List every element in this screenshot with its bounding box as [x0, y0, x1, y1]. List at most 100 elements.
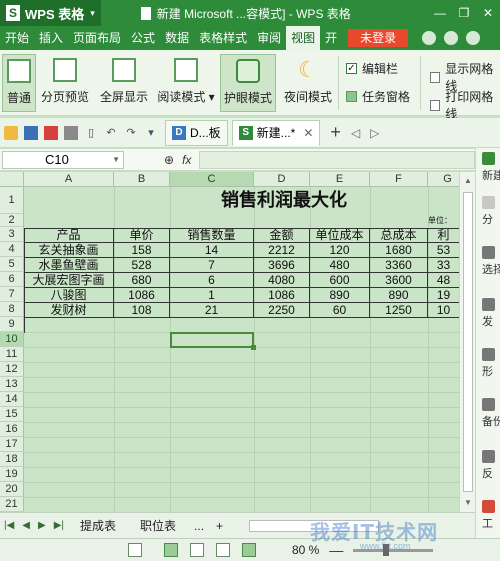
gear-icon[interactable]: [422, 31, 437, 45]
close-button[interactable]: ✕: [476, 0, 500, 26]
print-preview-icon[interactable]: ▯: [84, 126, 98, 140]
export-pdf-icon[interactable]: [44, 125, 58, 140]
task-new[interactable]: 新建: [482, 152, 500, 183]
column-header[interactable]: C: [170, 172, 254, 187]
menu-start[interactable]: 开始: [0, 26, 34, 50]
table-cell[interactable]: 14: [170, 243, 254, 258]
task-pane-checkbox[interactable]: 任务窗格: [346, 88, 410, 105]
prev-sheet-icon[interactable]: ◀: [22, 520, 30, 531]
page-break-preview-button[interactable]: 分页预览: [38, 54, 92, 112]
menu-data[interactable]: 数据: [160, 26, 194, 50]
scroll-up-icon[interactable]: ▲: [464, 176, 472, 185]
unit-note[interactable]: 单位：: [428, 215, 452, 226]
row-header[interactable]: 11: [0, 347, 24, 362]
row-header[interactable]: 16: [0, 422, 24, 437]
page-break-icon[interactable]: [190, 543, 204, 557]
row-header[interactable]: 2: [0, 214, 24, 227]
edit-bar-checkbox[interactable]: ✓ 编辑栏: [346, 60, 398, 77]
table-header-cell[interactable]: 销售数量: [170, 228, 254, 243]
table-cell[interactable]: 10: [428, 303, 459, 318]
table-cell[interactable]: 480: [310, 258, 370, 273]
row-header[interactable]: 21: [0, 497, 24, 512]
table-cell[interactable]: 21: [170, 303, 254, 318]
more-sheets-button[interactable]: ...: [188, 516, 210, 536]
row-header[interactable]: 19: [0, 467, 24, 482]
table-cell[interactable]: 1680: [370, 243, 428, 258]
menu-developer[interactable]: 开: [320, 26, 342, 50]
table-cell[interactable]: 大展宏图字画: [24, 273, 114, 288]
page-layout-icon[interactable]: [216, 543, 230, 557]
table-cell[interactable]: 600: [310, 273, 370, 288]
row-header[interactable]: 8: [0, 302, 24, 317]
menu-page-layout[interactable]: 页面布局: [68, 26, 126, 50]
menu-formula[interactable]: 公式: [126, 26, 160, 50]
table-cell[interactable]: 3360: [370, 258, 428, 273]
open-folder-icon[interactable]: [4, 125, 18, 140]
new-tab-button[interactable]: +: [330, 122, 341, 143]
table-cell[interactable]: 53: [428, 243, 459, 258]
menu-insert[interactable]: 插入: [34, 26, 68, 50]
row-header[interactable]: 10: [0, 332, 24, 347]
chevron-down-icon[interactable]: ▼: [112, 152, 120, 168]
table-cell[interactable]: 八骏图: [24, 288, 114, 303]
task-send[interactable]: 发: [482, 298, 500, 329]
eye-protection-button[interactable]: 护眼模式: [220, 54, 276, 112]
doc-tab-template[interactable]: D D...板: [165, 119, 228, 146]
table-cell[interactable]: 528: [114, 258, 170, 273]
login-button[interactable]: 未登录: [348, 29, 409, 47]
table-header-cell[interactable]: 金额: [254, 228, 310, 243]
tab-scroll-right-icon[interactable]: ▷: [370, 126, 379, 140]
task-feedback[interactable]: 反: [482, 450, 500, 481]
night-mode-button[interactable]: ☾ 夜间模式: [280, 54, 336, 112]
table-cell[interactable]: 6: [170, 273, 254, 288]
table-cell[interactable]: 7: [170, 258, 254, 273]
task-share[interactable]: 分: [482, 196, 500, 227]
column-header[interactable]: B: [114, 172, 170, 187]
row-header[interactable]: 20: [0, 482, 24, 497]
horizontal-scrollbar[interactable]: [249, 519, 380, 532]
table-cell[interactable]: 158: [114, 243, 170, 258]
menu-table-style[interactable]: 表格样式: [194, 26, 252, 50]
normal-view-icon[interactable]: [164, 543, 178, 557]
vertical-scrollbar[interactable]: ▲ ▼: [459, 172, 475, 512]
formula-input[interactable]: [199, 150, 475, 169]
menu-view[interactable]: 视图: [286, 26, 321, 50]
skin-icon[interactable]: [444, 31, 459, 45]
redo-icon[interactable]: ↷: [124, 126, 138, 140]
add-sheet-button[interactable]: +: [210, 516, 229, 536]
task-backup[interactable]: 备份: [482, 398, 500, 429]
save-icon[interactable]: [24, 125, 38, 140]
row-header[interactable]: 12: [0, 362, 24, 377]
normal-view-button[interactable]: 普通: [2, 54, 36, 112]
table-header-cell[interactable]: 利: [428, 228, 459, 243]
column-header[interactable]: A: [24, 172, 114, 187]
close-icon[interactable]: ✕: [303, 126, 313, 140]
help-icon[interactable]: [466, 31, 481, 45]
zoom-icon[interactable]: ⊕: [164, 153, 174, 167]
minimize-button[interactable]: —: [428, 0, 452, 26]
last-sheet-icon[interactable]: ▶|: [54, 520, 64, 531]
table-cell[interactable]: 2250: [254, 303, 310, 318]
fill-handle[interactable]: [251, 345, 256, 350]
column-header[interactable]: E: [310, 172, 370, 187]
first-sheet-icon[interactable]: |◀: [4, 520, 14, 531]
row-header[interactable]: 14: [0, 392, 24, 407]
table-cell[interactable]: 33: [428, 258, 459, 273]
table-cell[interactable]: 1086: [254, 288, 310, 303]
chevron-down-icon[interactable]: ▾: [144, 126, 158, 140]
row-header[interactable]: 18: [0, 452, 24, 467]
sheet-title[interactable]: 销售利润最大化: [114, 188, 454, 214]
scrollbar-thumb[interactable]: [463, 192, 473, 492]
row-header[interactable]: 9: [0, 317, 24, 332]
column-header[interactable]: F: [370, 172, 428, 187]
column-header[interactable]: G: [428, 172, 459, 187]
row-header[interactable]: 17: [0, 437, 24, 452]
insert-function-icon[interactable]: fx: [182, 153, 191, 167]
tab-scroll-left-icon[interactable]: ◁: [351, 126, 360, 140]
next-sheet-icon[interactable]: ▶: [38, 520, 46, 531]
column-header[interactable]: D: [254, 172, 310, 187]
name-box[interactable]: C10 ▼: [2, 150, 124, 169]
table-cell[interactable]: 1086: [114, 288, 170, 303]
row-header[interactable]: 15: [0, 407, 24, 422]
table-cell[interactable]: 发财树: [24, 303, 114, 318]
